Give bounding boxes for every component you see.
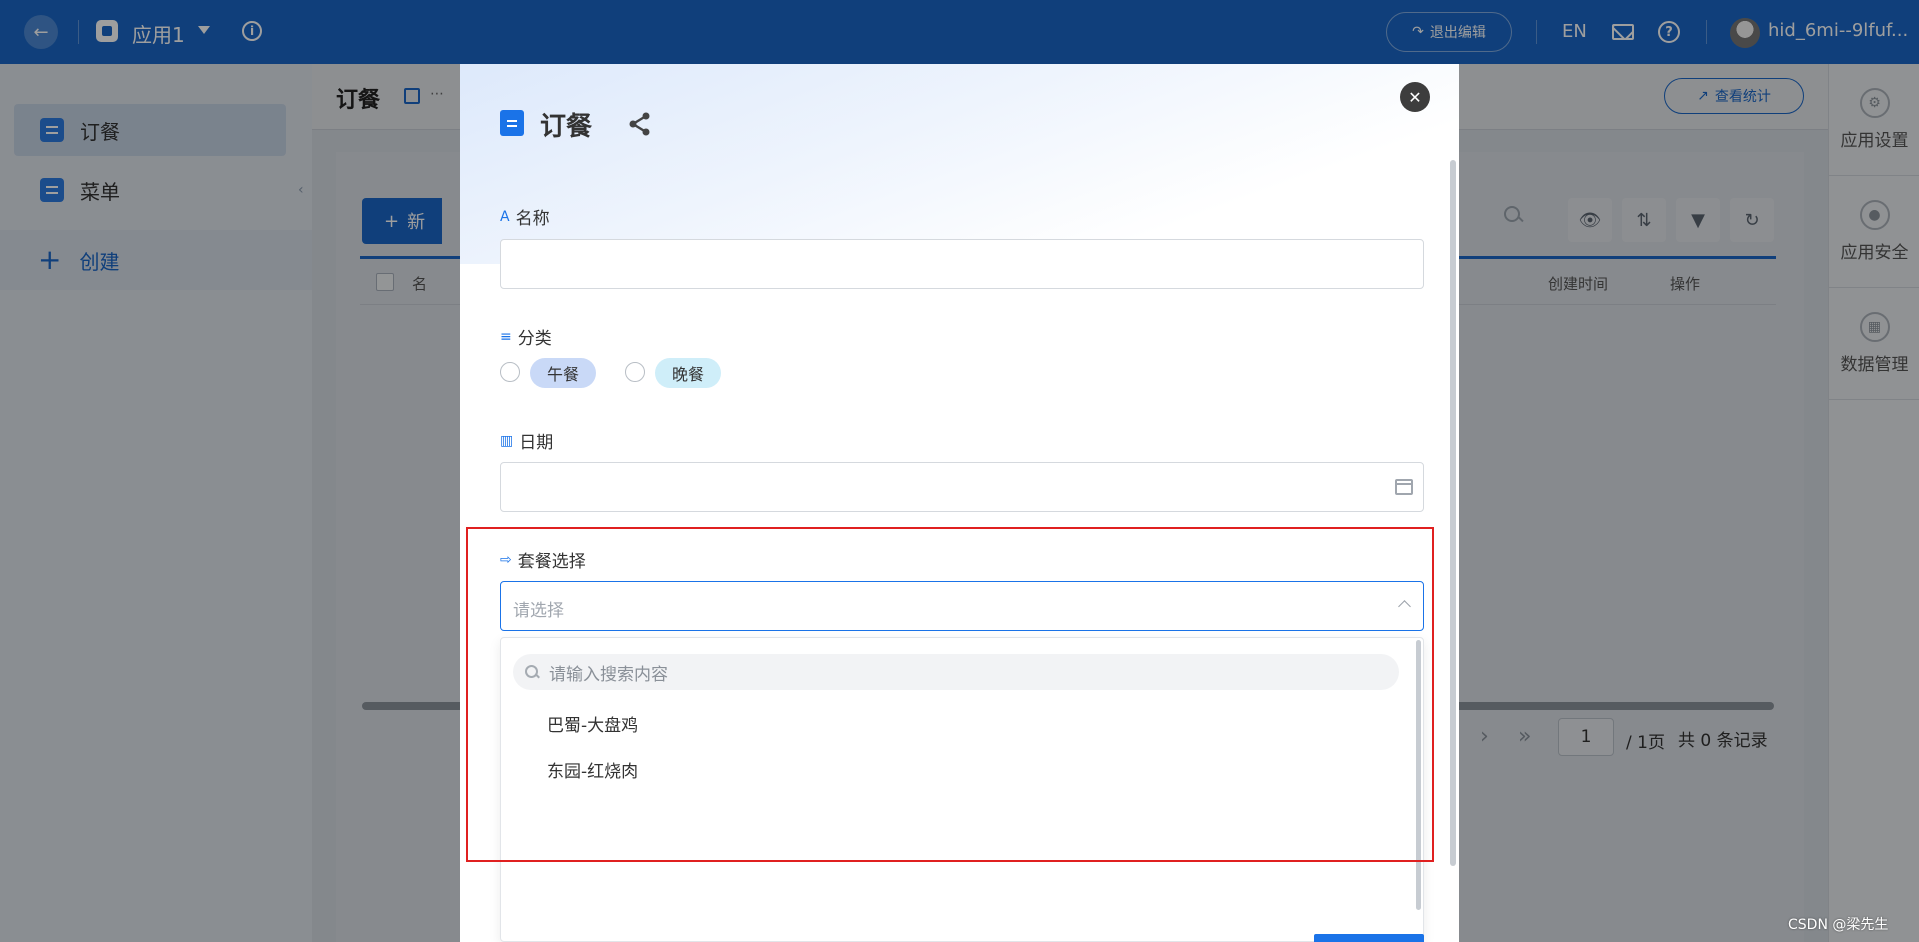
date-field-label: ▥ 日期 xyxy=(500,428,554,454)
calendar-type-icon: ▥ xyxy=(500,432,514,449)
text-type-icon: A xyxy=(500,208,510,225)
submit-button[interactable] xyxy=(1314,934,1424,942)
close-icon[interactable]: ✕ xyxy=(1400,82,1430,112)
date-label-text: 日期 xyxy=(519,433,554,453)
radio-lunch[interactable] xyxy=(500,362,520,382)
name-field-label: A 名称 xyxy=(500,204,550,230)
date-input[interactable] xyxy=(500,462,1424,512)
option-tag-lunch[interactable]: 午餐 xyxy=(530,358,596,388)
annotation-highlight-box xyxy=(466,527,1434,862)
document-icon xyxy=(500,110,524,136)
modal-scrollbar[interactable] xyxy=(1450,160,1456,866)
name-label-text: 名称 xyxy=(515,209,550,229)
modal-header-gradient xyxy=(460,64,1459,264)
radio-dinner[interactable] xyxy=(625,362,645,382)
category-label-text: 分类 xyxy=(517,329,552,349)
option-tag-dinner[interactable]: 晚餐 xyxy=(655,358,721,388)
list-type-icon: ≡ xyxy=(500,328,512,345)
category-field-label: ≡ 分类 xyxy=(500,324,552,350)
share-icon[interactable] xyxy=(626,110,654,138)
name-input[interactable] xyxy=(500,239,1424,289)
watermark: CSDN @梁先生 xyxy=(1788,917,1889,933)
modal-title: 订餐 xyxy=(540,112,593,142)
calendar-icon[interactable] xyxy=(1395,479,1413,495)
